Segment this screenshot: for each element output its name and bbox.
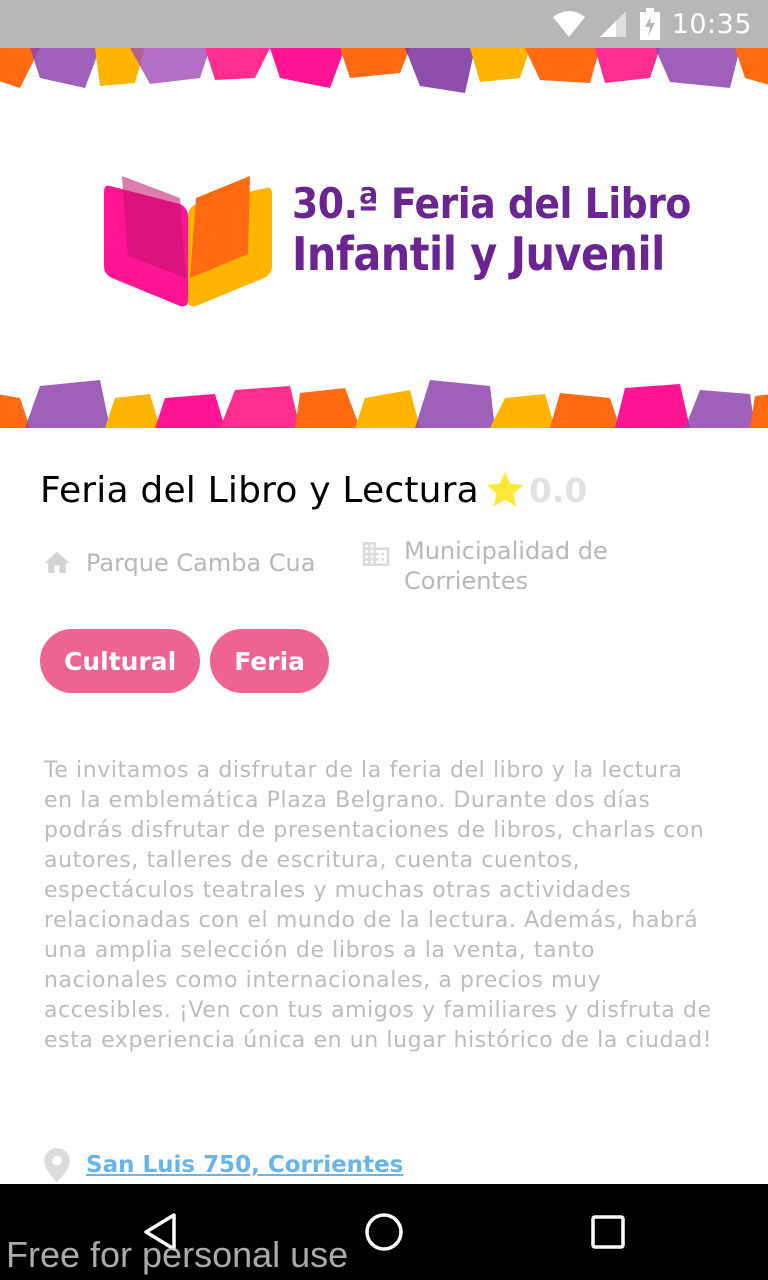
tag-feria[interactable]: Feria <box>210 629 330 693</box>
status-time: 10:35 <box>671 8 752 40</box>
banner-logo-text: 30.ª Feria del Libro Infantil y Juvenil <box>292 179 691 281</box>
event-description: Te invitamos a disfrutar de la feria del… <box>44 758 713 1053</box>
top-strip <box>0 48 768 93</box>
recents-square-icon <box>591 1215 625 1249</box>
logo-line-2: Infantil y Juvenil <box>292 227 665 281</box>
place-label: Parque Camba Cua <box>86 549 316 577</box>
organizer-label: Municipalidad de Corrientes <box>404 537 608 595</box>
bottom-strip <box>0 380 768 428</box>
event-place: Parque Camba Cua <box>42 548 315 578</box>
watermark: Free for personal use <box>6 1234 349 1275</box>
status-icons: 10:35 <box>552 0 752 48</box>
status-bar: 10:35 <box>0 0 768 48</box>
location-pin-icon <box>44 1148 70 1182</box>
event-organizer: Municipalidad de Corrientes <box>360 536 624 596</box>
wifi-icon <box>552 11 585 37</box>
book-logo-icon <box>104 176 272 307</box>
event-title-row: Feria del Libro y Lectura 0.0 <box>40 468 587 512</box>
building-icon <box>362 542 390 566</box>
tag-cultural[interactable]: Cultural <box>40 629 201 693</box>
event-banner: 30.ª Feria del Libro Infantil y Juvenil <box>0 48 768 428</box>
event-address: San Luis 750, Corrientes <box>44 1148 403 1182</box>
logo-line-1: 30.ª Feria del Libro <box>292 179 691 228</box>
home-icon <box>44 551 70 573</box>
recents-button[interactable] <box>548 1184 668 1280</box>
signal-icon <box>599 11 626 37</box>
event-rating: 0.0 <box>528 470 588 510</box>
star-icon <box>486 471 524 507</box>
home-circle-icon <box>365 1213 403 1251</box>
event-tags: Cultural Feria <box>40 629 330 693</box>
event-title: Feria del Libro y Lectura <box>40 469 479 511</box>
battery-icon <box>639 8 660 40</box>
address-link[interactable]: San Luis 750, Corrientes <box>86 1152 403 1178</box>
